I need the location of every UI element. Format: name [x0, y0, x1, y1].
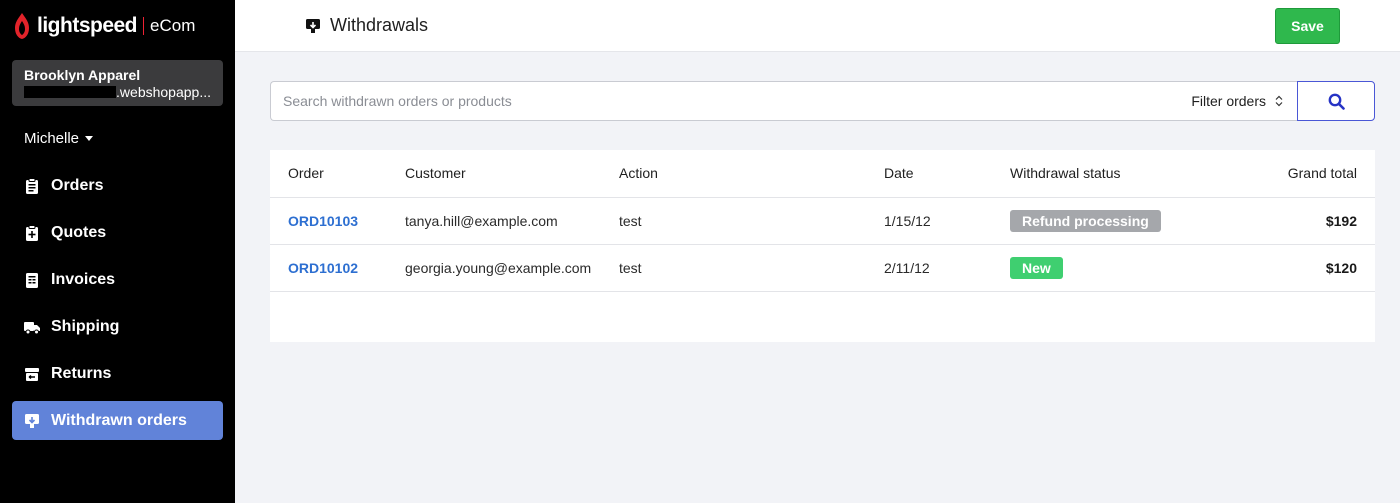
- nav-label: Orders: [51, 176, 104, 194]
- withdrawals-table-card: Order Customer Action Date Withdrawal st…: [270, 150, 1375, 342]
- sidebar: lightspeed eCom Brooklyn Apparel .websho…: [0, 0, 235, 503]
- action-text: test: [619, 197, 884, 245]
- search-input-wrapper: Filter orders: [270, 81, 1297, 121]
- withdrawals-table: Order Customer Action Date Withdrawal st…: [270, 150, 1375, 292]
- column-header-order[interactable]: Order: [270, 150, 405, 198]
- grand-total: $192: [1325, 212, 1357, 229]
- lightspeed-flame-icon: [15, 13, 29, 39]
- nav-item-quotes[interactable]: Quotes: [12, 213, 223, 252]
- nav-label: Invoices: [51, 270, 116, 288]
- nav-label: Quotes: [51, 223, 107, 241]
- user-menu[interactable]: Michelle: [24, 130, 94, 147]
- customer-email: tanya.hill@example.com: [405, 197, 619, 245]
- caret-down-icon: [85, 136, 94, 141]
- table-header-row: Order Customer Action Date Withdrawal st…: [270, 150, 1375, 198]
- date-text: 2/11/12: [884, 244, 1010, 292]
- status-badge: Refund processing: [1010, 209, 1161, 232]
- column-header-customer[interactable]: Customer: [405, 150, 619, 198]
- filter-label: Filter orders: [1191, 93, 1266, 109]
- nav-label: Shipping: [51, 317, 120, 335]
- returns-box-icon: [24, 366, 40, 382]
- store-switcher[interactable]: Brooklyn Apparel .webshopapp...: [12, 60, 223, 106]
- store-name: Brooklyn Apparel: [24, 67, 141, 83]
- column-header-action[interactable]: Action: [619, 150, 884, 198]
- column-header-withdrawal-status[interactable]: Withdrawal status: [1010, 150, 1240, 198]
- nav-item-invoices[interactable]: Invoices: [12, 260, 223, 299]
- order-link[interactable]: ORD10103: [288, 213, 358, 229]
- save-button[interactable]: Save: [1275, 8, 1340, 44]
- brand-separator: [143, 17, 145, 35]
- nav-item-orders[interactable]: Orders: [12, 166, 223, 205]
- nav-label: Returns: [51, 364, 112, 382]
- top-bar: Withdrawals Save: [235, 0, 1400, 52]
- redacted-block: [24, 86, 117, 98]
- nav-label: Withdrawn orders: [51, 411, 187, 429]
- search-button[interactable]: [1297, 81, 1375, 121]
- table-row[interactable]: ORD10102 georgia.young@example.com test …: [270, 244, 1375, 292]
- column-header-grand-total[interactable]: Grand total: [1240, 150, 1375, 198]
- withdraw-icon: [306, 18, 320, 33]
- order-link[interactable]: ORD10102: [288, 260, 358, 276]
- nav-item-withdrawn-orders[interactable]: Withdrawn orders: [12, 401, 223, 440]
- search-bar: Filter orders: [270, 81, 1375, 121]
- store-url: .webshopapp...: [24, 84, 211, 100]
- date-text: 1/15/12: [884, 197, 1010, 245]
- status-badge: New: [1010, 256, 1063, 279]
- quote-clipboard-icon: [24, 224, 40, 241]
- action-text: test: [619, 244, 884, 292]
- nav-item-returns[interactable]: Returns: [12, 354, 223, 393]
- search-input[interactable]: [271, 82, 1192, 120]
- brand-name: lightspeed: [37, 14, 138, 37]
- main-nav: Orders Quotes Invoices Shipping Returns: [12, 166, 223, 448]
- customer-email: georgia.young@example.com: [405, 244, 619, 292]
- column-header-date[interactable]: Date: [884, 150, 1010, 198]
- nav-item-shipping[interactable]: Shipping: [12, 307, 223, 346]
- sort-arrows-icon: [1275, 95, 1283, 107]
- invoice-icon: [24, 272, 40, 288]
- truck-icon: [24, 319, 40, 335]
- withdraw-icon: [24, 413, 40, 429]
- brand-product: eCom: [150, 16, 196, 35]
- clipboard-icon: [24, 177, 40, 194]
- search-icon: [1328, 93, 1345, 110]
- brand-logo[interactable]: lightspeed eCom: [0, 0, 235, 52]
- store-url-suffix: .webshopapp...: [116, 84, 211, 100]
- filter-orders-select[interactable]: Filter orders: [1191, 93, 1297, 109]
- page-title: Withdrawals: [305, 15, 428, 36]
- grand-total: $120: [1325, 259, 1357, 276]
- user-name: Michelle: [24, 130, 80, 147]
- page-title-text: Withdrawals: [330, 15, 429, 35]
- table-row[interactable]: ORD10103 tanya.hill@example.com test 1/1…: [270, 197, 1375, 245]
